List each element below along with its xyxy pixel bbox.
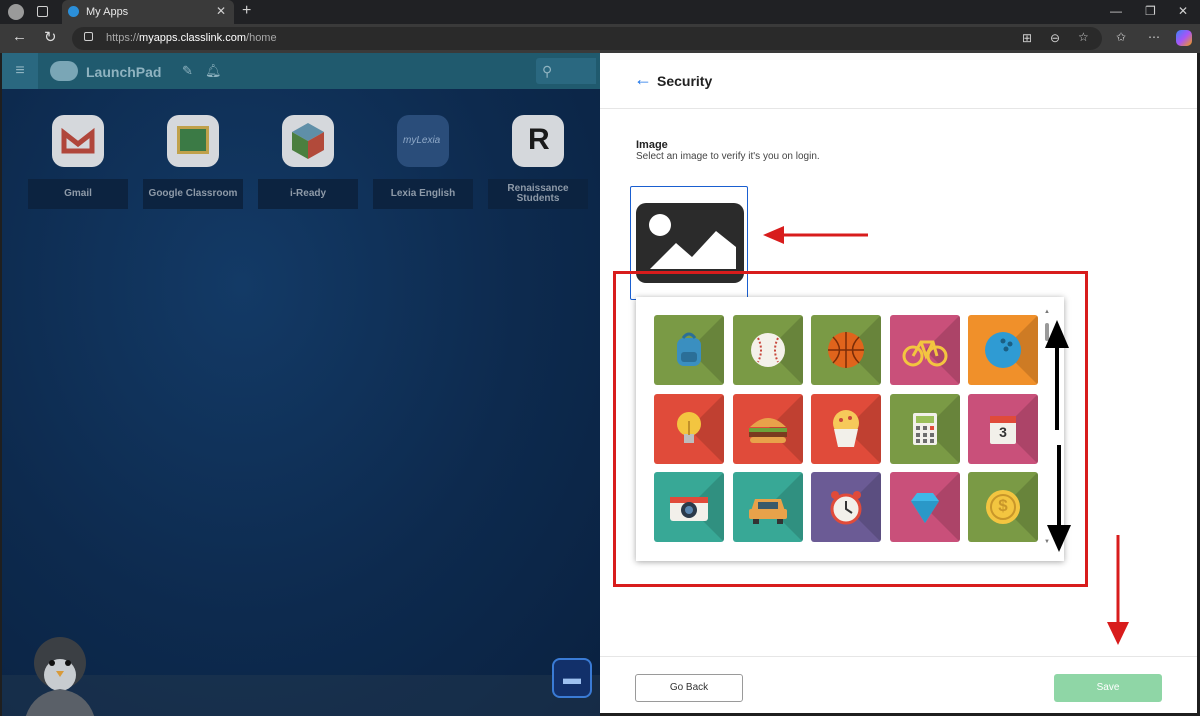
scroll-hint-arrow-down [1047,445,1071,552]
annotation-overlay [763,226,1129,645]
annotation-arrow-down [1107,535,1129,645]
scroll-hint-arrow-up [1045,320,1069,430]
annotation-arrow-left [763,226,868,244]
